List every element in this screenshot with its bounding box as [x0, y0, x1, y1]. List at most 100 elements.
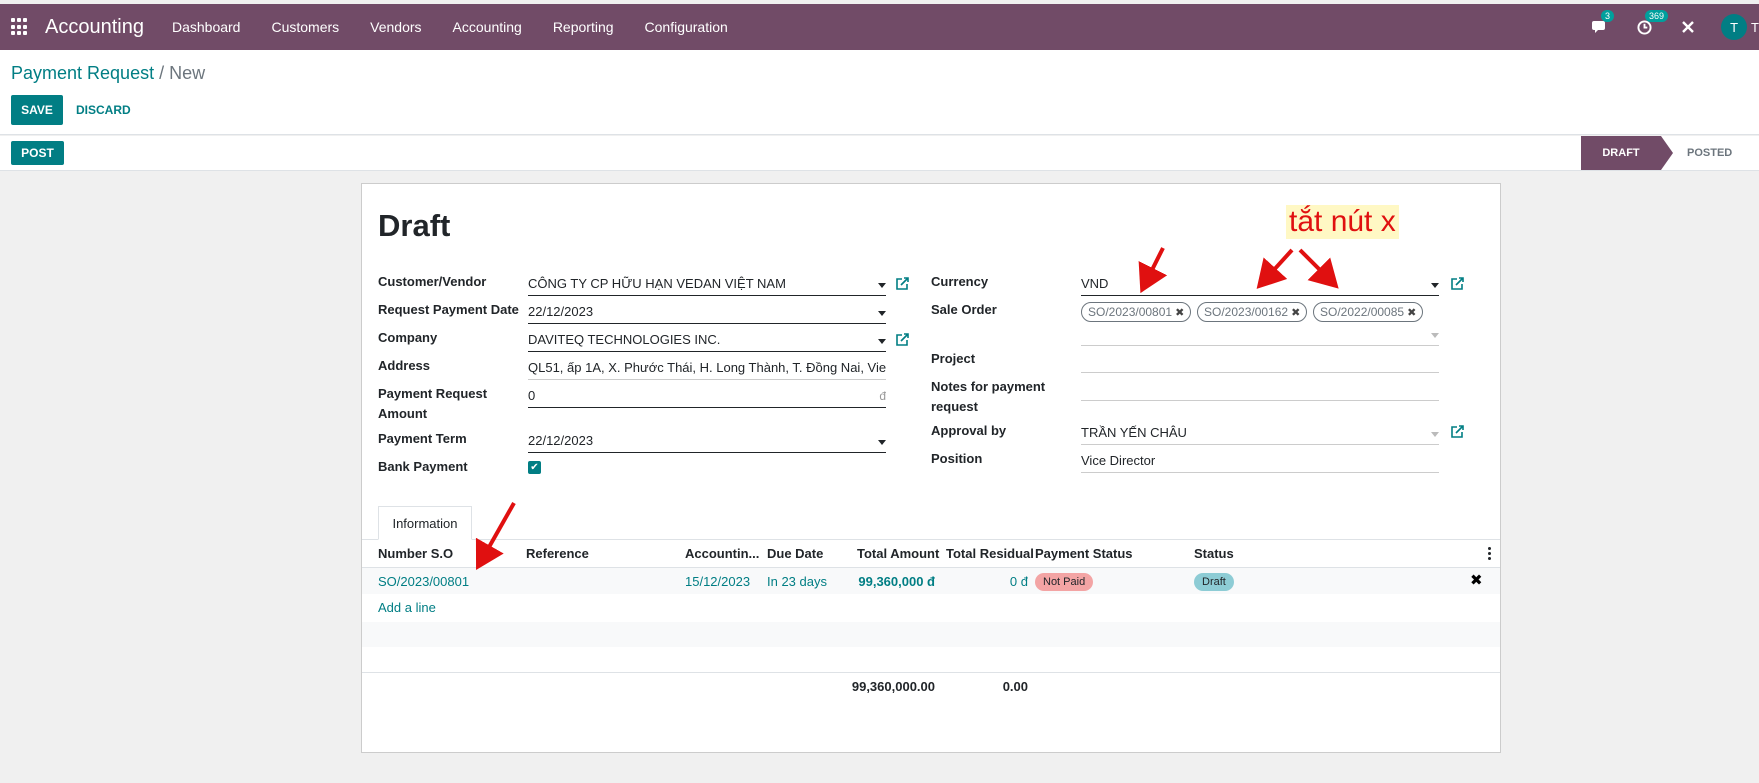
payment-request-amount-label-line1: Payment Request — [378, 386, 488, 401]
sale-order-label: Sale Order — [931, 302, 997, 317]
cell-due-date[interactable]: In 23 days — [767, 572, 827, 592]
project-label: Project — [931, 351, 976, 366]
company-value: DAVITEQ TECHNOLOGIES INC. — [528, 332, 721, 347]
sale-order-tag: SO/2022/00085 ✖ — [1313, 302, 1424, 322]
form-statusbar: POST DRAFT POSTED — [0, 136, 1759, 171]
post-button[interactable]: POST — [11, 141, 64, 165]
status-badge: Draft — [1194, 573, 1234, 591]
stage-posted[interactable]: POSTED — [1673, 136, 1759, 170]
menu-vendors[interactable]: Vendors — [370, 19, 421, 35]
tools-icon[interactable] — [1677, 16, 1699, 38]
discard-button[interactable]: DISCARD — [76, 95, 131, 125]
cell-accounting[interactable]: 15/12/2023 — [685, 572, 750, 592]
sale-order-tag-label: SO/2023/00162 — [1204, 305, 1289, 319]
cell-total-amount[interactable]: 99,360,000 đ — [832, 572, 935, 592]
company-external-link-icon[interactable] — [895, 333, 909, 347]
delete-row-icon[interactable]: ✖ — [1470, 571, 1483, 589]
tab-divider — [362, 539, 1500, 540]
breadcrumb-separator: / — [154, 63, 170, 83]
menu-accounting[interactable]: Accounting — [453, 19, 522, 35]
request-payment-date-field[interactable]: 22/12/2023 — [528, 302, 886, 324]
approval-by-external-link-icon[interactable] — [1450, 425, 1464, 439]
sale-order-tag-label: SO/2022/00085 — [1320, 305, 1405, 319]
notes-label-line1: Notes for payment — [931, 379, 1046, 394]
customer-vendor-value: CÔNG TY CP HỮU HẠN VEDAN VIỆT NAM — [528, 276, 786, 291]
menu-customers[interactable]: Customers — [271, 19, 339, 35]
control-panel: Payment Request / New SAVE DISCARD — [0, 50, 1759, 135]
messages-icon[interactable]: 3 — [1589, 10, 1615, 38]
position-value: Vice Director — [1081, 453, 1156, 468]
request-payment-date-dropdown-icon[interactable] — [878, 311, 886, 316]
currency-label: Currency — [931, 274, 989, 289]
top-navbar: Accounting Dashboard Customers Vendors A… — [0, 4, 1759, 50]
approval-by-field[interactable]: TRẦN YẾN CHÂU — [1081, 423, 1439, 445]
col-accounting[interactable]: Accountin... — [685, 544, 759, 564]
menu-configuration[interactable]: Configuration — [645, 19, 728, 35]
notes-field[interactable] — [1081, 379, 1439, 401]
payment-term-label: Payment Term — [378, 431, 467, 446]
save-button[interactable]: SAVE — [11, 95, 63, 125]
address-label: Address — [378, 358, 431, 373]
col-due-date[interactable]: Due Date — [767, 544, 823, 564]
currency-field[interactable]: VND — [1081, 274, 1439, 296]
company-label: Company — [378, 330, 438, 345]
sale-order-input[interactable] — [1081, 324, 1439, 346]
tag-remove-icon[interactable]: ✖ — [1291, 307, 1300, 319]
messages-badge: 3 — [1601, 10, 1615, 22]
activities-badge: 369 — [1645, 10, 1669, 22]
sale-order-tags-field[interactable]: SO/2023/00801 ✖ SO/2023/00162 ✖ SO/2022/00… — [1081, 302, 1439, 348]
sale-order-dropdown-icon[interactable] — [1431, 333, 1439, 338]
tab-information[interactable]: Information — [378, 506, 472, 540]
customer-vendor-label: Customer/Vendor — [378, 274, 487, 289]
user-name[interactable]: T — [1751, 20, 1759, 35]
payment-term-field[interactable]: 22/12/2023 — [528, 431, 886, 453]
approval-by-label: Approval by — [931, 423, 1007, 438]
cell-number-so[interactable]: SO/2023/00801 — [378, 572, 469, 592]
tag-remove-icon[interactable]: ✖ — [1407, 307, 1416, 319]
avatar[interactable]: T — [1721, 14, 1748, 40]
empty-row — [362, 622, 1500, 647]
sale-order-tag: SO/2023/00162 ✖ — [1197, 302, 1308, 322]
bank-payment-label: Bank Payment — [378, 459, 468, 474]
payment-term-dropdown-icon[interactable] — [878, 440, 886, 445]
currency-dropdown-icon[interactable] — [1431, 283, 1439, 288]
currency-symbol: đ — [879, 389, 886, 403]
col-total-residual[interactable]: Total Residual — [946, 544, 1034, 564]
stage-draft[interactable]: DRAFT — [1581, 136, 1673, 170]
apps-menu-icon[interactable] — [11, 18, 29, 36]
bank-payment-checkbox[interactable]: ✔ — [528, 461, 541, 474]
customer-vendor-dropdown-icon[interactable] — [878, 283, 886, 288]
address-field[interactable]: QL51, ấp 1A, X. Phước Thái, H. Long Thàn… — [528, 358, 886, 380]
payment-request-amount-label-line2: Amount — [378, 406, 428, 421]
company-field[interactable]: DAVITEQ TECHNOLOGIES INC. — [528, 330, 886, 352]
table-footer-divider — [362, 672, 1500, 673]
breadcrumb-parent[interactable]: Payment Request — [11, 63, 154, 83]
currency-external-link-icon[interactable] — [1450, 277, 1464, 291]
activities-clock-icon[interactable]: 369 — [1633, 10, 1669, 38]
total-amount-sum: 99,360,000.00 — [851, 679, 935, 694]
col-number-so[interactable]: Number S.O — [378, 544, 453, 564]
menu-dashboard[interactable]: Dashboard — [172, 19, 241, 35]
add-line-link[interactable]: Add a line — [378, 598, 436, 618]
col-total-amount[interactable]: Total Amount — [857, 544, 939, 564]
col-reference[interactable]: Reference — [526, 544, 589, 564]
payment-request-amount-label: Payment Request Amount — [378, 384, 487, 424]
cell-total-residual[interactable]: 0 đ — [942, 572, 1028, 592]
company-dropdown-icon[interactable] — [878, 339, 886, 344]
payment-request-amount-field[interactable]: 0 đ — [528, 386, 886, 408]
customer-vendor-external-link-icon[interactable] — [895, 277, 909, 291]
approval-by-dropdown-icon[interactable] — [1431, 432, 1439, 437]
app-brand[interactable]: Accounting — [45, 16, 144, 39]
project-field[interactable] — [1081, 351, 1439, 373]
position-field[interactable]: Vice Director — [1081, 451, 1439, 473]
annotation-note: tắt nút x — [1286, 205, 1399, 239]
customer-vendor-field[interactable]: CÔNG TY CP HỮU HẠN VEDAN VIỆT NAM — [528, 274, 886, 296]
optional-columns-icon[interactable] — [1488, 547, 1491, 562]
total-residual-sum: 0.00 — [1002, 679, 1028, 694]
tag-remove-icon[interactable]: ✖ — [1175, 307, 1184, 319]
col-payment-status[interactable]: Payment Status — [1035, 544, 1133, 564]
menu-reporting[interactable]: Reporting — [553, 19, 614, 35]
payment-request-amount-value: 0 — [528, 388, 536, 403]
col-status[interactable]: Status — [1194, 544, 1234, 564]
payment-term-value: 22/12/2023 — [528, 433, 594, 448]
